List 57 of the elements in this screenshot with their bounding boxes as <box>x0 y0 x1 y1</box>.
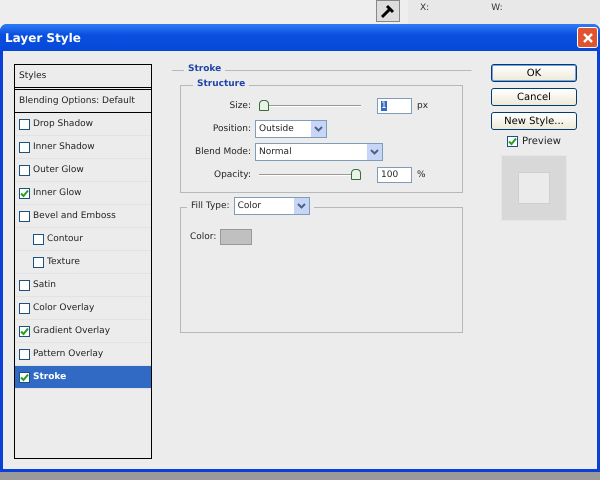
checkbox[interactable] <box>19 118 30 130</box>
style-item[interactable]: Outer Glow <box>15 159 151 182</box>
chevron-down-icon <box>296 203 306 210</box>
style-item[interactable]: Stroke <box>15 366 151 390</box>
preview-swatch <box>501 155 567 222</box>
width-label: W: <box>491 3 503 13</box>
unit-label: % <box>417 170 426 180</box>
preview-label: Preview <box>522 136 561 148</box>
fill-type-dropdown[interactable]: Color <box>234 197 310 216</box>
checkbox[interactable] <box>19 188 30 199</box>
checkbox[interactable] <box>19 210 30 222</box>
color-swatch[interactable] <box>220 229 252 246</box>
checkbox[interactable] <box>19 302 30 314</box>
style-item[interactable]: Contour <box>15 228 151 252</box>
style-item[interactable]: Gradient Overlay <box>15 320 151 344</box>
blend-mode-dropdown[interactable]: Normal <box>255 142 383 161</box>
style-item[interactable]: Drop Shadow <box>15 113 151 136</box>
opacity-label: Opacity: <box>213 170 252 180</box>
chevron-down-icon <box>314 126 323 132</box>
styles-header: Styles <box>15 65 151 90</box>
style-item[interactable]: Inner Shadow <box>15 136 151 160</box>
style-item[interactable]: Color Overlay <box>15 297 151 320</box>
checkbox[interactable] <box>19 142 30 153</box>
close-button[interactable] <box>577 27 598 48</box>
checkbox[interactable] <box>19 280 30 291</box>
color-label: Color: <box>190 232 216 242</box>
unit-label: px <box>417 100 428 111</box>
section-title: Stroke <box>184 64 226 74</box>
checkbox[interactable] <box>19 164 30 176</box>
group-title: Structure <box>193 79 250 90</box>
size-input[interactable]: 1 <box>377 98 412 114</box>
position-label: Position: <box>212 124 252 134</box>
blend-mode-label: Blend Mode: <box>194 146 252 157</box>
style-item[interactable]: Texture <box>15 251 151 274</box>
dialog-button[interactable]: Cancel <box>491 88 577 106</box>
chevron-down-icon <box>370 148 379 155</box>
slider-thumb[interactable] <box>351 168 361 180</box>
slider-thumb[interactable] <box>259 100 269 111</box>
fill-type-label: Fill Type: <box>191 201 230 212</box>
position-dropdown[interactable]: Outside <box>255 120 327 138</box>
checkbox[interactable] <box>19 372 30 383</box>
checkbox[interactable] <box>19 326 30 337</box>
dialog-button[interactable]: OK <box>491 64 577 82</box>
close-icon <box>582 32 594 44</box>
checkbox[interactable] <box>507 136 518 148</box>
style-item[interactable]: Bevel and Emboss <box>15 205 151 228</box>
x-label: X: <box>420 3 430 13</box>
style-item[interactable]: Blending Options: Default <box>15 90 151 114</box>
window-title: Layer Style <box>5 30 81 45</box>
style-item[interactable]: Inner Glow <box>15 182 151 206</box>
opacity-input[interactable]: 100 <box>377 166 412 183</box>
checkbox[interactable] <box>19 348 30 360</box>
checkbox[interactable] <box>33 256 44 268</box>
dialog-button[interactable]: New Style... <box>491 112 577 130</box>
style-item[interactable]: Satin <box>15 274 151 298</box>
checkbox[interactable] <box>33 234 44 245</box>
size-label: Size: <box>228 100 252 111</box>
